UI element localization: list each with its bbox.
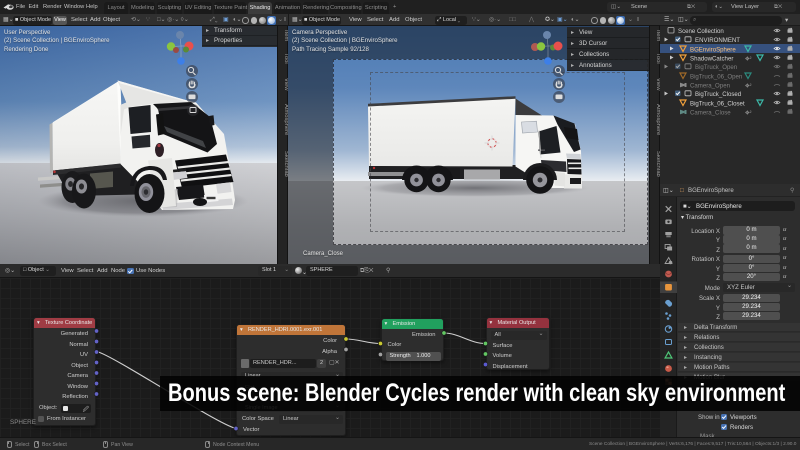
svg-text:Camera_Close: Camera_Close [690,109,731,116]
svg-text:ShadowCatcher: ShadowCatcher [690,55,733,62]
svg-text:✥²: ✥² [745,55,752,62]
svg-text:BGEnviroSphere: BGEnviroSphere [690,46,736,53]
svg-text:Scene Collection: Scene Collection [678,28,724,35]
svg-text:✥²: ✥² [745,109,752,116]
svg-text:ENVIRONMENT: ENVIRONMENT [695,37,740,44]
svg-text:BigTruck_Closed: BigTruck_Closed [695,91,741,98]
svg-text:BigTruck_Open: BigTruck_Open [695,64,737,71]
svg-text:BigTruck_06_Open: BigTruck_06_Open [690,73,742,80]
svg-text:✥²: ✥² [745,82,752,89]
svg-text:Camera_Open: Camera_Open [690,82,730,89]
svg-text:BigTruck_06_Closet: BigTruck_06_Closet [690,100,745,107]
